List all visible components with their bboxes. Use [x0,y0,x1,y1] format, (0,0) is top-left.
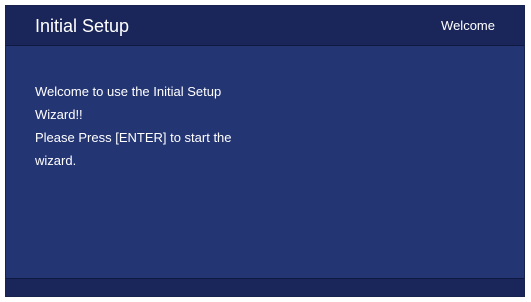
welcome-message-line-4: wizard. [35,153,77,168]
page-title: Initial Setup [35,16,130,36]
screen-name-label: Welcome [441,18,495,33]
footer-bar [6,278,524,296]
setup-wizard-window: Initial Setup Welcome Welcome to use the… [5,5,525,297]
welcome-message: Welcome to use the Initial Setup Wizard!… [35,80,295,172]
welcome-message-line-3: Please Press [ENTER] to start the [35,130,232,145]
welcome-message-line-1: Welcome to use the Initial Setup [35,84,222,99]
header-bar: Initial Setup Welcome [6,6,524,46]
welcome-message-line-2: Wizard!! [35,107,83,122]
